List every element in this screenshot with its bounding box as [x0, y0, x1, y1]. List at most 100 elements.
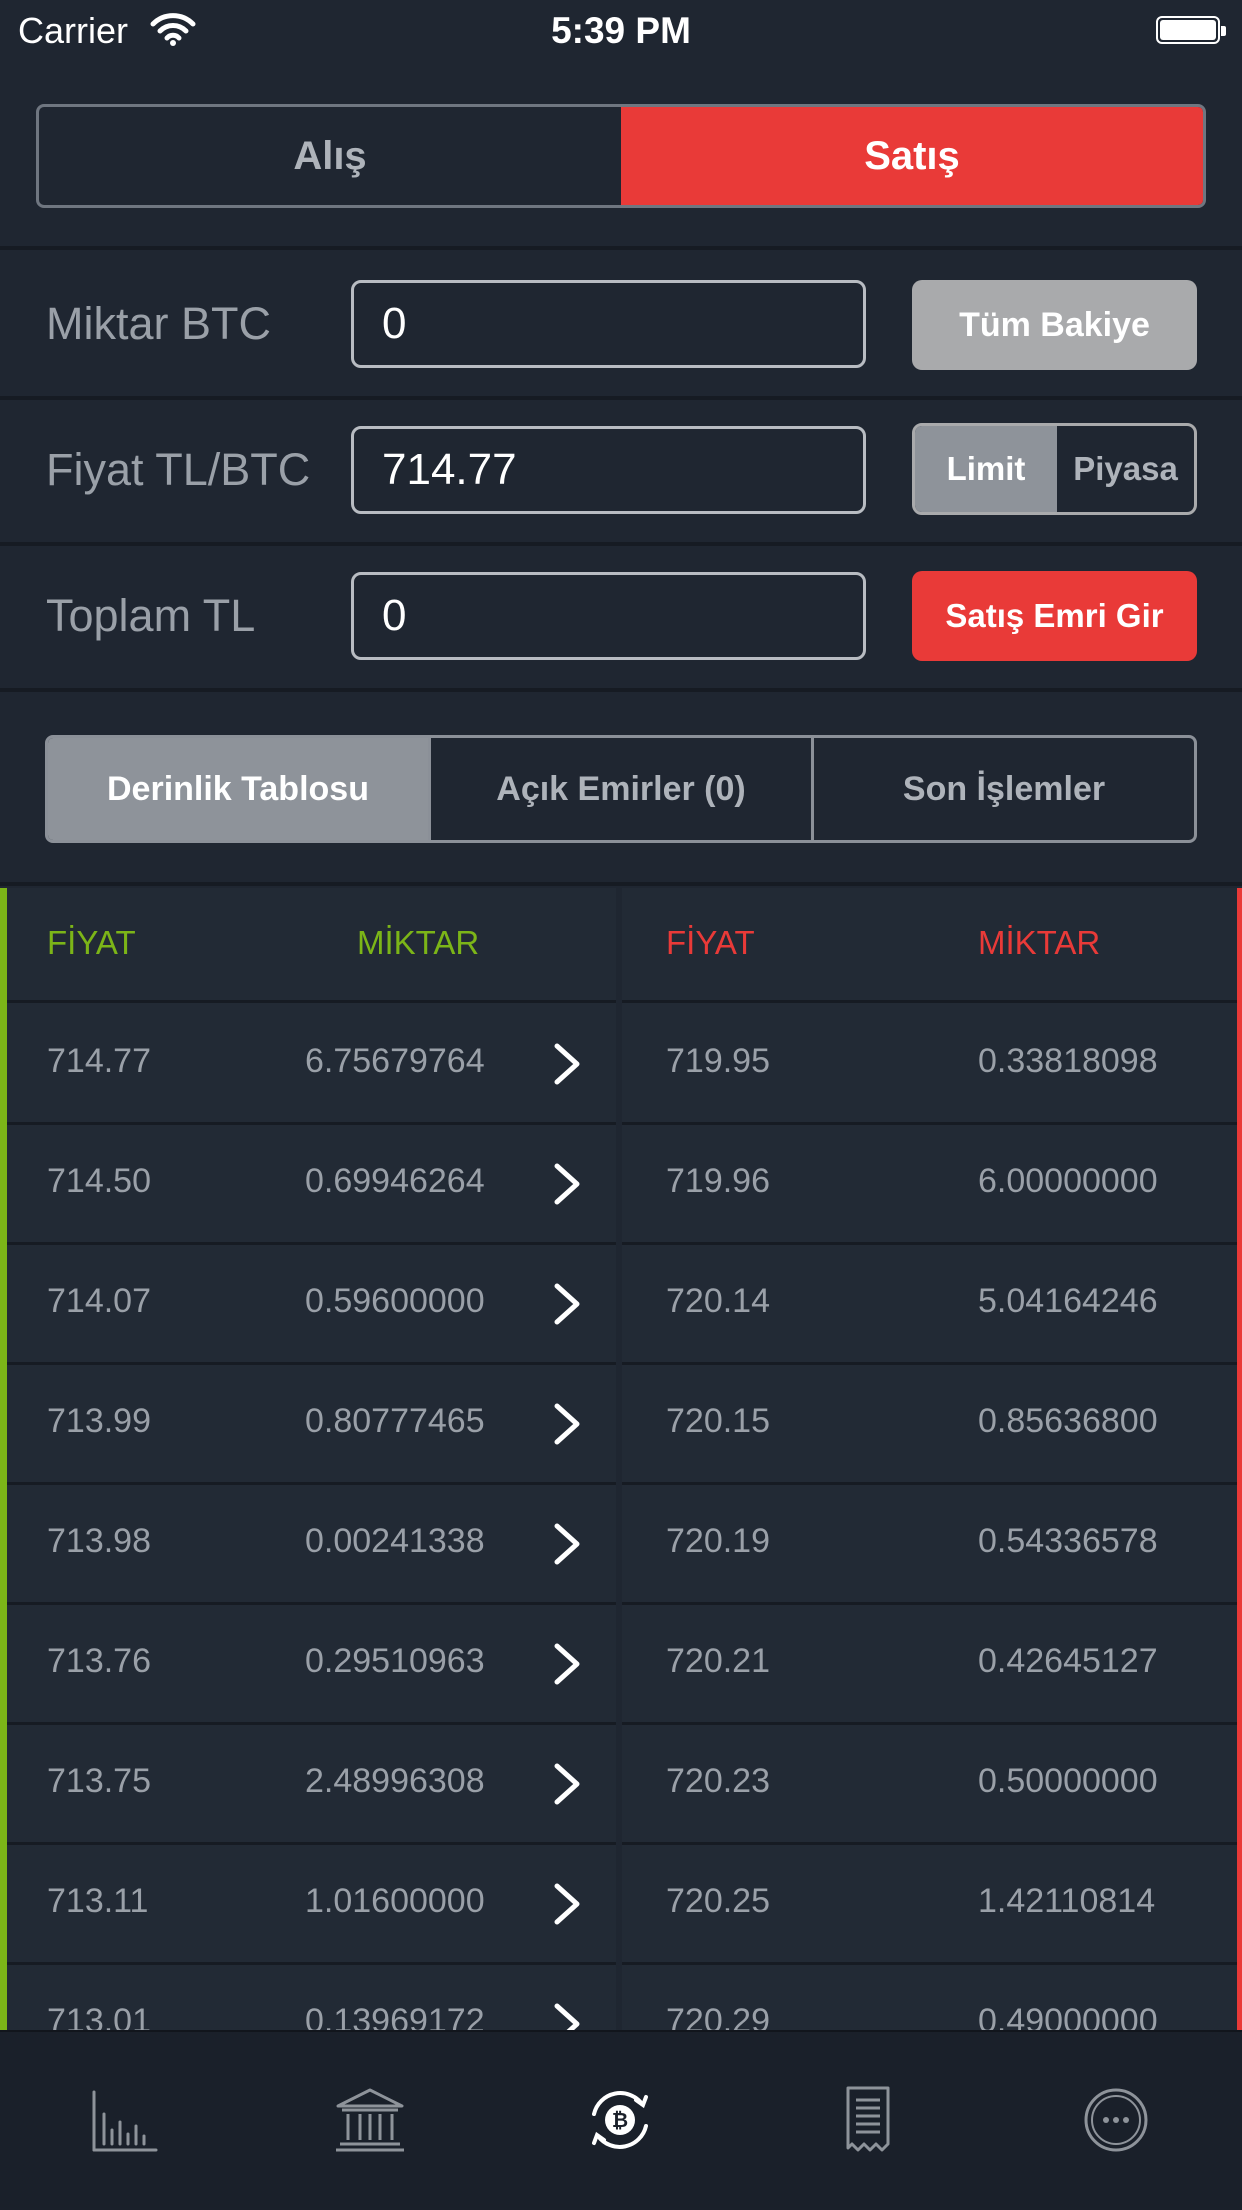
tab-bar: ₿ [0, 2030, 1242, 2210]
submit-sell-order-button[interactable]: Satış Emri Gir [912, 571, 1197, 661]
total-input[interactable]: 0 [351, 572, 866, 660]
chevron-right-icon[interactable] [549, 1282, 585, 1326]
market-option[interactable]: Piyasa [1057, 426, 1194, 512]
bid-row[interactable]: 713.11 1.01600000 [7, 1842, 616, 1965]
order-amount: 1.01600000 [305, 1882, 485, 1920]
order-price: 720.19 [666, 1522, 770, 1560]
bitcoin-exchange-icon[interactable]: ₿ [584, 2084, 656, 2156]
status-bar: Carrier 5:39 PM [0, 0, 1242, 62]
svg-text:₿: ₿ [612, 2108, 628, 2132]
order-price: 713.01 [47, 2002, 151, 2030]
chevron-right-icon[interactable] [549, 1642, 585, 1686]
price-input[interactable]: 714.77 [351, 426, 866, 514]
order-price: 720.25 [666, 1882, 770, 1920]
limit-option[interactable]: Limit [915, 426, 1057, 512]
order-view-tabs: Derinlik Tablosu Açık Emirler (0) Son İş… [45, 735, 1197, 843]
ask-row[interactable]: 720.23 0.50000000 [622, 1722, 1237, 1845]
total-label: Toplam TL [46, 590, 256, 641]
ask-row[interactable]: 720.25 1.42110814 [622, 1842, 1237, 1965]
battery-icon [1156, 16, 1226, 44]
bar-chart-icon[interactable] [88, 2084, 160, 2156]
divider [0, 396, 1242, 400]
bid-row[interactable]: 713.01 0.13969172 [7, 1962, 616, 2030]
divider [0, 882, 1242, 886]
divider [0, 246, 1242, 250]
order-price: 713.11 [47, 1882, 149, 1920]
order-price: 719.95 [666, 1042, 770, 1080]
tab-depth[interactable]: Derinlik Tablosu [48, 738, 428, 840]
amount-label: Miktar BTC [46, 298, 271, 349]
bid-row[interactable]: 713.76 0.29510963 [7, 1602, 616, 1725]
receipt-icon[interactable] [832, 2084, 904, 2156]
order-amount: 0.85636800 [978, 1402, 1158, 1440]
chevron-right-icon[interactable] [549, 1042, 585, 1086]
bank-icon[interactable] [334, 2084, 406, 2156]
chevron-right-icon[interactable] [549, 1162, 585, 1206]
asks-price-header: FİYAT [666, 924, 755, 961]
order-amount: 0.33818098 [978, 1042, 1158, 1080]
sell-tab[interactable]: Satış [621, 107, 1203, 205]
asks-header: FİYAT MİKTAR [622, 888, 1237, 1003]
asks-amount-header: MİKTAR [978, 924, 1101, 961]
order-amount: 1.42110814 [978, 1882, 1156, 1920]
order-price: 713.75 [47, 1762, 151, 1800]
order-price: 713.98 [47, 1522, 151, 1560]
order-amount: 0.69946264 [305, 1162, 485, 1200]
bid-row[interactable]: 713.99 0.80777465 [7, 1362, 616, 1485]
buy-sell-toggle: Alış Satış [36, 104, 1206, 208]
order-amount: 2.48996308 [305, 1762, 485, 1800]
status-time: 5:39 PM [551, 10, 691, 51]
buy-tab[interactable]: Alış [39, 107, 621, 205]
order-amount: 0.50000000 [978, 1762, 1158, 1800]
tab-recent-trades[interactable]: Son İşlemler [811, 738, 1194, 840]
order-price: 720.14 [666, 1282, 770, 1320]
ask-row[interactable]: 720.21 0.42645127 [622, 1602, 1237, 1725]
bids-header: FİYAT MİKTAR [7, 888, 616, 1003]
chevron-right-icon[interactable] [549, 2002, 585, 2030]
ask-row[interactable]: 719.95 0.33818098 [622, 1002, 1237, 1125]
ask-row[interactable]: 719.96 6.00000000 [622, 1122, 1237, 1245]
order-price: 713.76 [47, 1642, 151, 1680]
order-price: 720.23 [666, 1762, 770, 1800]
chevron-right-icon[interactable] [549, 1882, 585, 1926]
bid-row[interactable]: 714.07 0.59600000 [7, 1242, 616, 1365]
order-price: 714.07 [47, 1282, 151, 1320]
bids-price-header: FİYAT [47, 924, 136, 961]
divider [0, 688, 1242, 692]
order-amount: 0.80777465 [305, 1402, 485, 1440]
bid-row[interactable]: 714.77 6.75679764 [7, 1002, 616, 1125]
ask-row[interactable]: 720.14 5.04164246 [622, 1242, 1237, 1365]
bid-row[interactable]: 713.75 2.48996308 [7, 1722, 616, 1845]
order-amount: 6.75679764 [305, 1042, 485, 1080]
amount-input[interactable]: 0 [351, 280, 866, 368]
order-price: 714.50 [47, 1162, 151, 1200]
order-amount: 0.42645127 [978, 1642, 1158, 1680]
order-book: FİYAT MİKTAR 714.77 6.75679764 714.50 0.699… [0, 888, 1242, 2030]
chevron-right-icon[interactable] [549, 1522, 585, 1566]
order-price: 720.15 [666, 1402, 770, 1440]
order-amount: 0.59600000 [305, 1282, 485, 1320]
bids-amount-header: MİKTAR [357, 924, 480, 961]
chevron-right-icon[interactable] [549, 1762, 585, 1806]
ask-row[interactable]: 720.19 0.54336578 [622, 1482, 1237, 1605]
bid-row[interactable]: 714.50 0.69946264 [7, 1122, 616, 1245]
order-amount: 0.54336578 [978, 1522, 1158, 1560]
divider [0, 542, 1242, 546]
order-amount: 0.00241338 [305, 1522, 485, 1560]
tab-open-orders[interactable]: Açık Emirler (0) [428, 738, 811, 840]
bid-row[interactable]: 713.98 0.00241338 [7, 1482, 616, 1605]
order-price: 720.21 [666, 1642, 770, 1680]
bids-column: FİYAT MİKTAR 714.77 6.75679764 714.50 0.699… [0, 888, 616, 2030]
order-amount: 0.49000000 [978, 2002, 1158, 2030]
all-balance-button[interactable]: Tüm Bakiye [912, 280, 1197, 370]
more-icon[interactable] [1080, 2084, 1152, 2156]
chevron-right-icon[interactable] [549, 1402, 585, 1446]
ask-row[interactable]: 720.15 0.85636800 [622, 1362, 1237, 1485]
order-amount: 0.29510963 [305, 1642, 485, 1680]
order-price: 720.29 [666, 2002, 770, 2030]
order-price: 713.99 [47, 1402, 151, 1440]
order-amount: 0.13969172 [305, 2002, 485, 2030]
order-type-toggle: Limit Piyasa [912, 423, 1197, 515]
order-price: 714.77 [47, 1042, 151, 1080]
ask-row[interactable]: 720.29 0.49000000 [622, 1962, 1237, 2030]
